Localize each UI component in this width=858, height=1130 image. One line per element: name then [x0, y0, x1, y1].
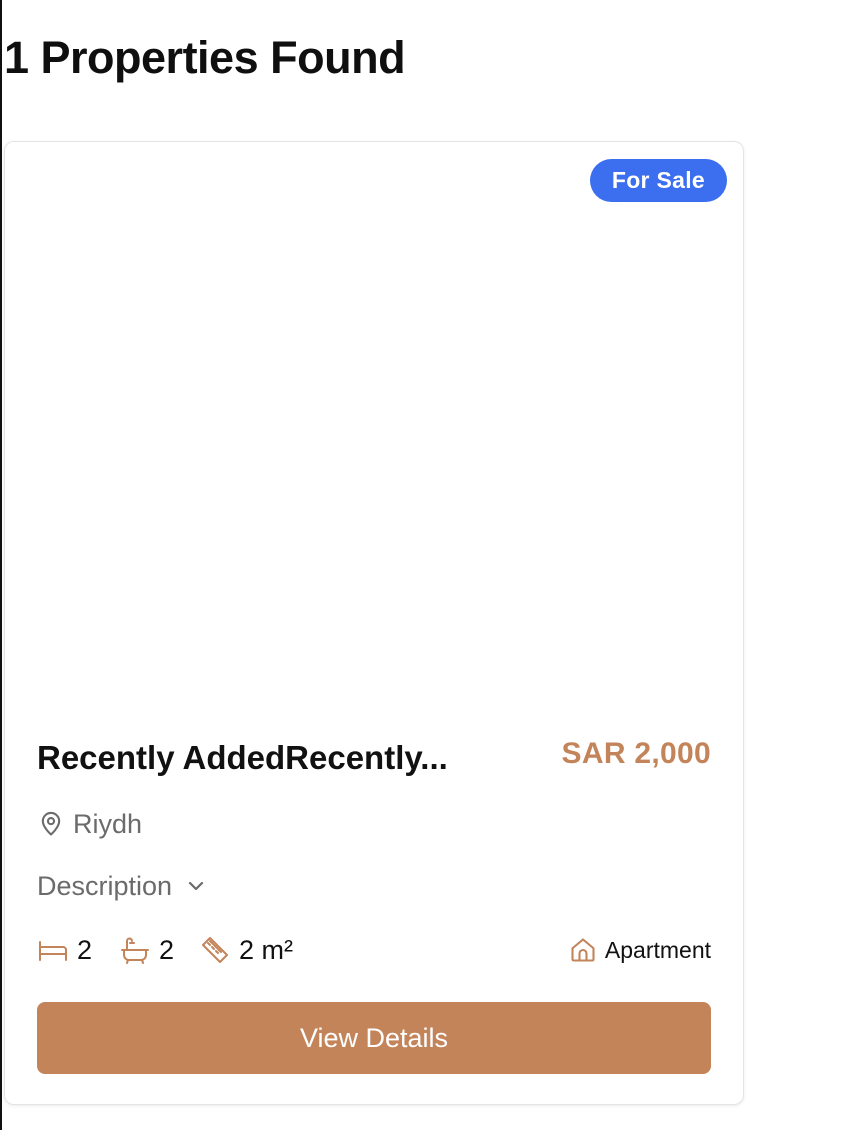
- left-edge-divider: [0, 0, 2, 1130]
- chevron-down-icon: [188, 881, 204, 891]
- property-price: SAR 2,000: [561, 737, 711, 770]
- property-features: 2 2 2 m² Apartment: [37, 930, 711, 970]
- map-pin-icon: [41, 811, 61, 836]
- bed-icon: [39, 941, 67, 961]
- title-price-row: Recently AddedRecently... SAR 2,000: [37, 732, 711, 782]
- area-value: 2 m²: [239, 935, 293, 965]
- view-details-button[interactable]: View Details: [37, 1002, 711, 1074]
- location-text: Riydh: [73, 809, 143, 839]
- ruler-icon: [202, 937, 228, 963]
- property-location: Riydh: [37, 804, 142, 844]
- property-image[interactable]: [5, 142, 743, 702]
- house-icon: [571, 938, 595, 962]
- description-label: Description: [37, 871, 173, 901]
- bathtub-icon: [121, 937, 149, 964]
- area-feature: 2 m²: [199, 930, 293, 970]
- property-type: Apartment: [569, 930, 711, 970]
- bathrooms-count: 2: [159, 935, 175, 965]
- results-count-heading: 1 Properties Found: [4, 32, 406, 83]
- bedrooms-count: 2: [77, 935, 93, 965]
- listing-status-badge: For Sale: [589, 159, 727, 202]
- property-title: Recently AddedRecently...: [37, 739, 448, 776]
- description-toggle[interactable]: Description: [37, 866, 208, 906]
- property-card[interactable]: For Sale Recently AddedRecently... SAR 2…: [4, 141, 744, 1105]
- property-type-label: Apartment: [604, 937, 711, 963]
- bedrooms-feature: 2: [37, 930, 92, 970]
- bathrooms-feature: 2: [119, 930, 174, 970]
